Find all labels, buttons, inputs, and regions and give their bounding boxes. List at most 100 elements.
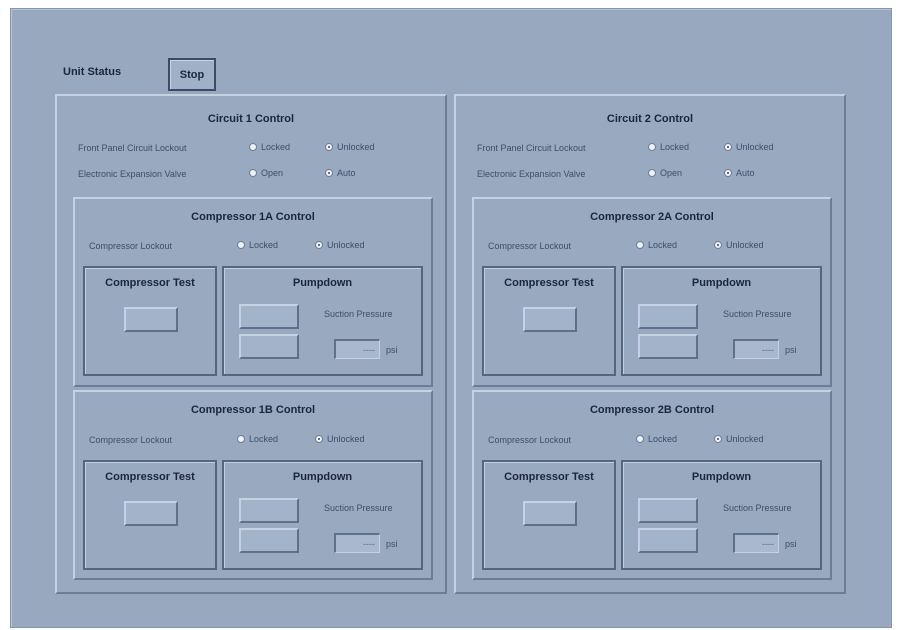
radio-dot [636,241,644,249]
circuit-2-lockout-locked-radio[interactable]: Locked [648,142,689,152]
compressor-1a-panel: Compressor 1A Control Compressor Lockout… [73,197,433,387]
radio-dot [648,143,656,151]
compressor-test-title: Compressor Test [105,471,195,483]
radio-dot-selected [325,169,333,177]
compressor-1b-test-box: Compressor Test [83,460,217,570]
compressor-2b-unlocked-radio[interactable]: Unlocked [714,434,764,444]
compressor-1b-pumpdown-button-2[interactable] [239,528,299,553]
radio-label: Auto [337,168,356,178]
circuit-1-eev-label: Electronic Expansion Valve [78,169,187,179]
radio-label: Open [660,168,683,178]
compressor-1b-locked-radio[interactable]: Locked [237,434,278,444]
radio-dot-selected [714,241,722,249]
compressor-test-title: Compressor Test [504,277,594,289]
compressor-1a-test-button[interactable] [124,307,178,332]
compressor-1b-panel: Compressor 1B Control Compressor Lockout… [73,390,433,580]
radio-label: Locked [648,240,678,250]
radio-dot-selected [724,143,732,151]
radio-dot-selected [714,435,722,443]
compressor-2b-suction-pressure-field: ---- [733,533,779,553]
radio-dot [249,169,257,177]
compressor-1a-locked-radio[interactable]: Locked [237,240,278,250]
radio-label: Locked [249,240,279,250]
circuit-1-lockout-label: Front Panel Circuit Lockout [78,143,187,153]
radio-label: Unlocked [337,142,375,152]
compressor-2b-panel: Compressor 2B Control Compressor Lockout… [472,390,832,580]
compressor-2b-test-button[interactable] [523,501,577,526]
radio-label: Unlocked [726,240,764,250]
unit-status-label: Unit Status [63,66,122,78]
compressor-2a-pumpdown-box: Pumpdown Suction Pressure ---- psi [621,266,822,376]
compressor-2a-title: Compressor 2A Control [590,211,714,223]
compressor-2b-locked-radio[interactable]: Locked [636,434,677,444]
compressor-2a-suction-pressure-field: ---- [733,339,779,359]
radio-dot-selected [315,241,323,249]
radio-label: Unlocked [327,240,365,250]
circuit-2-eev-open-radio[interactable]: Open [648,168,682,178]
compressor-1b-test-button[interactable] [124,501,178,526]
suction-pressure-label: Suction Pressure [723,503,792,513]
pumpdown-title: Pumpdown [292,471,353,483]
compressor-1b-title: Compressor 1B Control [190,404,316,416]
circuit-2-eev-auto-radio[interactable]: Auto [724,168,755,178]
compressor-2a-unlocked-radio[interactable]: Unlocked [714,240,764,250]
compressor-test-title: Compressor Test [504,471,594,483]
suction-pressure-label: Suction Pressure [324,309,393,319]
radio-dot [237,435,245,443]
pumpdown-title: Pumpdown [691,471,752,483]
compressor-2a-test-button[interactable] [523,307,577,332]
circuit-1-lockout-unlocked-radio[interactable]: Unlocked [325,142,375,152]
radio-label: Open [261,168,284,178]
compressor-2a-lockout-label: Compressor Lockout [488,241,572,251]
radio-label: Locked [648,434,678,444]
psi-unit: psi [785,539,797,549]
compressor-2a-panel: Compressor 2A Control Compressor Lockout… [472,197,832,387]
pumpdown-title: Pumpdown [691,277,752,289]
compressor-2b-pumpdown-button-1[interactable] [638,498,698,523]
suction-pressure-label: Suction Pressure [324,503,393,513]
circuit-1-eev-open-radio[interactable]: Open [249,168,283,178]
compressor-2b-pumpdown-button-2[interactable] [638,528,698,553]
compressor-1b-lockout-label: Compressor Lockout [89,435,173,445]
radio-dot-selected [325,143,333,151]
circuit-2-lockout-label: Front Panel Circuit Lockout [477,143,586,153]
compressor-1a-pumpdown-button-2[interactable] [239,334,299,359]
compressor-2a-locked-radio[interactable]: Locked [636,240,677,250]
stop-button[interactable]: Stop [168,58,216,91]
compressor-1b-pumpdown-box: Pumpdown Suction Pressure ---- psi [222,460,423,570]
compressor-1a-pumpdown-button-1[interactable] [239,304,299,329]
compressor-2a-test-box: Compressor Test [482,266,616,376]
radio-label: Locked [660,142,690,152]
circuit-2-title: Circuit 2 Control [606,113,694,125]
radio-label: Unlocked [736,142,774,152]
compressor-2a-pumpdown-button-1[interactable] [638,304,698,329]
radio-label: Auto [736,168,755,178]
circuit-1-lockout-locked-radio[interactable]: Locked [249,142,290,152]
radio-dot [237,241,245,249]
radio-label: Locked [249,434,279,444]
compressor-1a-lockout-label: Compressor Lockout [89,241,173,251]
pumpdown-title: Pumpdown [292,277,353,289]
radio-dot [636,435,644,443]
compressor-1a-unlocked-radio[interactable]: Unlocked [315,240,365,250]
compressor-1b-pumpdown-button-1[interactable] [239,498,299,523]
compressor-1b-unlocked-radio[interactable]: Unlocked [315,434,365,444]
circuit-1-eev-auto-radio[interactable]: Auto [325,168,356,178]
radio-label: Unlocked [726,434,764,444]
compressor-2b-test-box: Compressor Test [482,460,616,570]
radio-dot-selected [315,435,323,443]
circuit-2-lockout-unlocked-radio[interactable]: Unlocked [724,142,774,152]
compressor-2a-pumpdown-button-2[interactable] [638,334,698,359]
radio-label: Unlocked [327,434,365,444]
psi-unit: psi [785,345,797,355]
circuit-2-panel: Circuit 2 Control Front Panel Circuit Lo… [454,94,846,594]
compressor-1a-pumpdown-box: Pumpdown Suction Pressure ---- psi [222,266,423,376]
psi-unit: psi [386,345,398,355]
radio-dot [249,143,257,151]
compressor-1a-suction-pressure-field: ---- [334,339,380,359]
compressor-1a-title: Compressor 1A Control [191,211,315,223]
compressor-2b-lockout-label: Compressor Lockout [488,435,572,445]
circuit-1-title: Circuit 1 Control [207,113,295,125]
circuit-2-eev-label: Electronic Expansion Valve [477,169,586,179]
suction-pressure-label: Suction Pressure [723,309,792,319]
